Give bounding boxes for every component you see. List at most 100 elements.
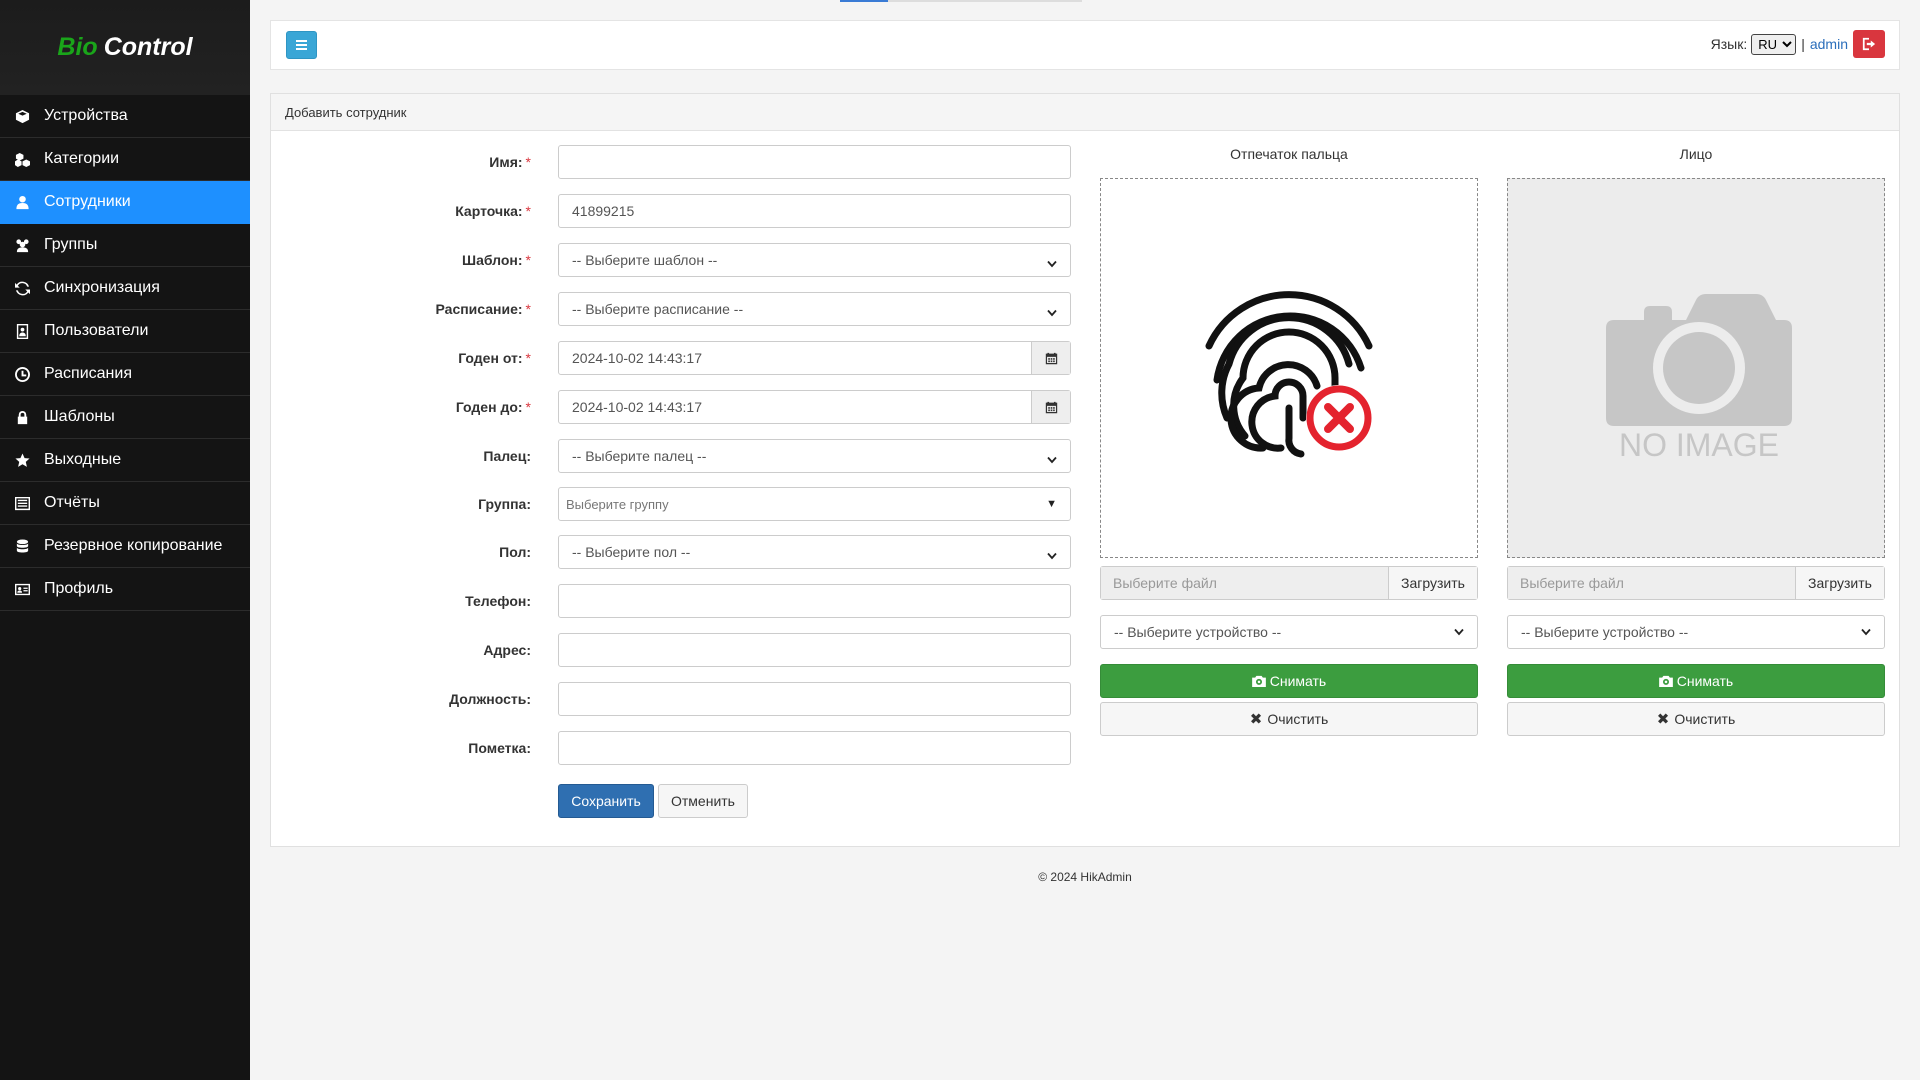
sidebar-toggle-button[interactable] (286, 31, 317, 59)
template-select[interactable]: -- Выберите шаблон -- (558, 243, 1071, 277)
sidebar-item-holidays[interactable]: Выходные (0, 439, 250, 482)
form-row-valid-to: Годен до: * 2024-10-02 14:43:17 (271, 390, 1071, 424)
face-clear-button[interactable]: ✖ Очистить (1507, 702, 1885, 736)
valid-to-input[interactable]: 2024-10-02 14:43:17 (558, 390, 1071, 424)
save-button[interactable]: Сохранить (558, 784, 654, 818)
form-row-group: Группа: Выберите группу ▼ (271, 487, 1071, 521)
no-image-camera-icon: NO IMAGE (1606, 294, 1792, 463)
note-label: Пометка: (468, 740, 531, 756)
name-input[interactable] (558, 145, 1071, 179)
close-icon: ✖ (1656, 711, 1670, 728)
face-capture-button[interactable]: Снимать (1507, 664, 1885, 698)
position-input[interactable] (558, 682, 1071, 716)
sidebar-item-employees[interactable]: Сотрудники (0, 181, 250, 224)
sidebar-item-label: Выходные (44, 451, 122, 468)
camera-icon (1251, 675, 1266, 687)
cubes-icon (12, 151, 32, 167)
valid-from-label: Годен от: * (458, 350, 531, 366)
face-device-value: -- Выберите устройство -- (1521, 624, 1689, 640)
close-icon: ✖ (1249, 711, 1263, 728)
fingerprint-clear-button[interactable]: ✖ Очистить (1100, 702, 1478, 736)
card-input[interactable]: 41899215 (558, 194, 1071, 228)
logout-button[interactable] (1853, 30, 1885, 58)
schedule-label: Расписание: * (435, 301, 532, 317)
top-progress-line (840, 0, 1082, 2)
fingerprint-file-picker[interactable]: Выберите файл Загрузить (1100, 566, 1478, 600)
face-file-input[interactable]: Выберите файл (1508, 567, 1795, 599)
form-row-gender: Пол: -- Выберите пол -- (271, 535, 1071, 569)
card-label: Карточка: * (455, 203, 531, 219)
sidebar-item-sync[interactable]: Синхронизация (0, 267, 250, 310)
face-title: Лицо (1679, 146, 1713, 162)
clock-icon (12, 366, 32, 382)
sidebar-item-label: Группы (44, 236, 98, 253)
name-label: Имя: * (489, 154, 531, 170)
fingerprint-file-input[interactable]: Выберите файл (1101, 567, 1388, 599)
sidebar-item-reports[interactable]: Отчёты (0, 482, 250, 525)
fingerprint-upload-button[interactable]: Загрузить (1388, 567, 1477, 599)
hamburger-icon (296, 39, 307, 51)
face-capture-label: Снимать (1676, 673, 1734, 689)
group-label: Группа: (478, 496, 531, 512)
panel-title: Добавить сотрудник (271, 94, 1899, 131)
caret-down-icon: ▼ (1046, 498, 1057, 510)
sign-out-icon (1862, 37, 1876, 51)
sidebar-item-categories[interactable]: Категории (0, 138, 250, 181)
calendar-icon (1045, 401, 1057, 413)
finger-label: Палец: (483, 448, 531, 464)
cancel-button[interactable]: Отменить (658, 784, 748, 818)
finger-select[interactable]: -- Выберите палец -- (558, 439, 1071, 473)
sidebar-item-schedules[interactable]: Расписания (0, 353, 250, 396)
separator: | (1801, 36, 1805, 52)
gender-select-value: -- Выберите пол -- (572, 544, 691, 560)
user-link[interactable]: admin (1810, 36, 1848, 52)
no-image-text: NO IMAGE (1619, 427, 1779, 463)
fingerprint-clear-label: Очистить (1267, 711, 1329, 727)
sidebar-item-devices[interactable]: Устройства (0, 95, 250, 138)
valid-from-input[interactable]: 2024-10-02 14:43:17 (558, 341, 1071, 375)
fingerprint-device-select[interactable]: -- Выберите устройство -- (1100, 615, 1478, 649)
schedule-select[interactable]: -- Выберите расписание -- (558, 292, 1071, 326)
face-device-select[interactable]: -- Выберите устройство -- (1507, 615, 1885, 649)
chevron-down-icon (1047, 255, 1057, 268)
sidebar-item-templates[interactable]: Шаблоны (0, 396, 250, 439)
sidebar-item-profile[interactable]: Профиль (0, 568, 250, 611)
chevron-down-icon (1861, 628, 1871, 636)
sidebar: Bio Control Устройства Категории Сотрудн… (0, 0, 250, 1080)
form-row-card: Карточка: * 41899215 (271, 194, 1071, 228)
sidebar-item-groups[interactable]: Группы (0, 224, 250, 267)
sidebar-item-label: Расписания (44, 365, 132, 382)
face-file-picker[interactable]: Выберите файл Загрузить (1507, 566, 1885, 600)
group-multiselect[interactable]: Выберите группу ▼ (558, 487, 1071, 521)
chevron-down-icon (1047, 451, 1057, 464)
fingerprint-capture-label: Снимать (1269, 673, 1327, 689)
sidebar-item-label: Шаблоны (44, 408, 115, 425)
form-row-valid-from: Годен от: * 2024-10-02 14:43:17 (271, 341, 1071, 375)
language-select[interactable]: RU (1751, 33, 1797, 55)
sidebar-item-users[interactable]: Пользователи (0, 310, 250, 353)
schedule-select-value: -- Выберите расписание -- (572, 301, 744, 317)
form-row-phone: Телефон: (271, 584, 1071, 618)
calendar-button[interactable] (1031, 342, 1070, 374)
note-input[interactable] (558, 731, 1071, 765)
form-row-note: Пометка: (271, 731, 1071, 765)
brand-logo[interactable]: Bio Control (0, 0, 250, 95)
valid-to-label: Годен до: * (455, 399, 531, 415)
top-navbar: Язык: RU | admin (270, 20, 1900, 70)
valid-to-value: 2024-10-02 14:43:17 (572, 399, 702, 415)
fingerprint-capture-button[interactable]: Снимать (1100, 664, 1478, 698)
calendar-button[interactable] (1031, 391, 1070, 423)
gender-label: Пол: (499, 544, 531, 560)
star-icon (12, 452, 32, 468)
chevron-down-icon (1454, 628, 1464, 636)
form-row-schedule: Расписание: * -- Выберите расписание -- (271, 292, 1071, 326)
form-row-position: Должность: (271, 682, 1071, 716)
form-row-address: Адрес: (271, 633, 1071, 667)
sidebar-item-label: Категории (44, 150, 120, 167)
sidebar-item-backup[interactable]: Резервное копирование (0, 525, 250, 568)
face-upload-button[interactable]: Загрузить (1795, 567, 1884, 599)
phone-input[interactable] (558, 584, 1071, 618)
form-row-finger: Палец: -- Выберите палец -- (271, 439, 1071, 473)
gender-select[interactable]: -- Выберите пол -- (558, 535, 1071, 569)
address-input[interactable] (558, 633, 1071, 667)
